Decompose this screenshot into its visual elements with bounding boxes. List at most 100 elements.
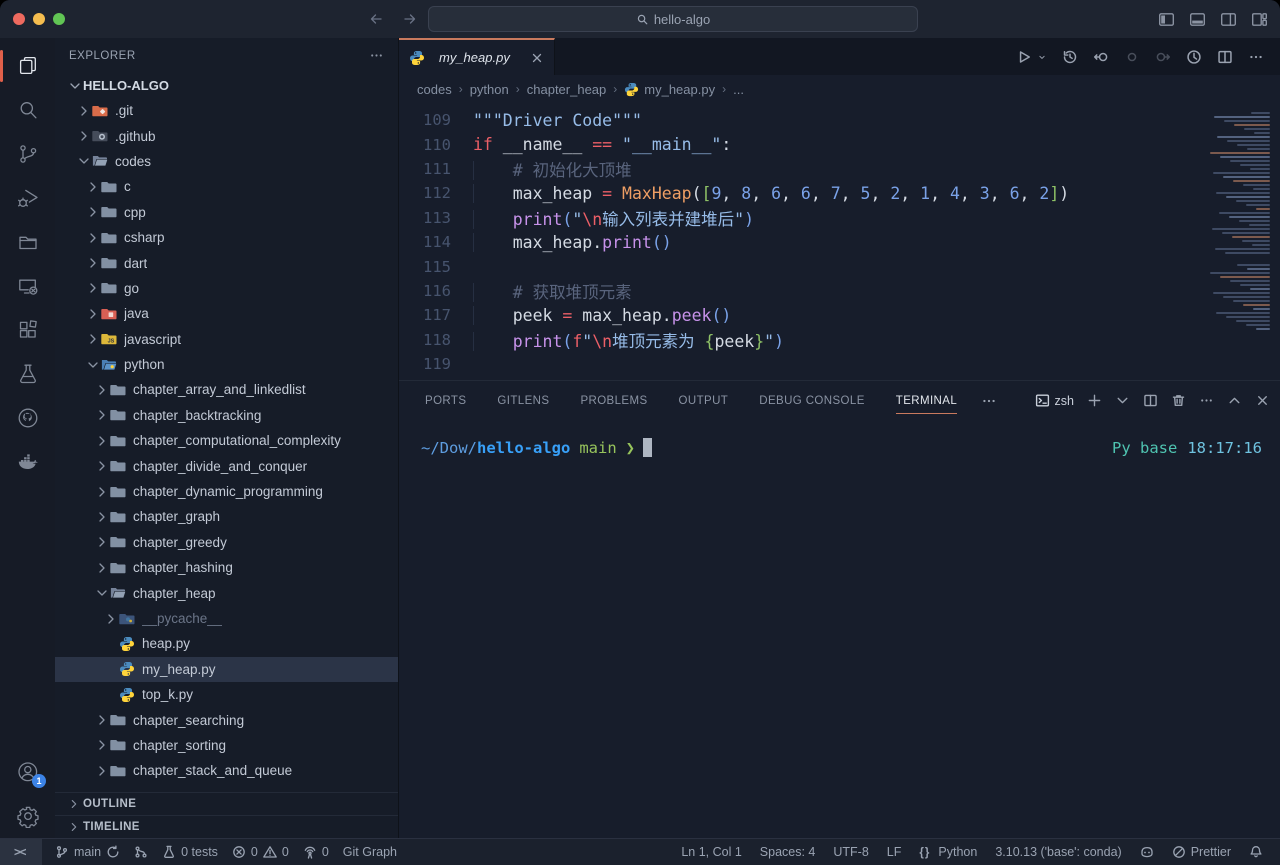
- tree-item-codes[interactable]: codes: [55, 149, 398, 174]
- status-git-branch[interactable]: main: [48, 839, 127, 865]
- tree-item-chapter_sorting[interactable]: chapter_sorting: [55, 733, 398, 758]
- tree-item-chapter_backtracking[interactable]: chapter_backtracking: [55, 403, 398, 428]
- timeline-section[interactable]: TIMELINE: [55, 815, 398, 838]
- toggle-primary-sidebar-icon[interactable]: [1158, 11, 1175, 28]
- tree-item-__pycache__[interactable]: __pycache__: [55, 606, 398, 631]
- terminal-profile-dropdown-icon[interactable]: [1115, 393, 1130, 408]
- tree-item-python[interactable]: python: [55, 352, 398, 377]
- status-indentation[interactable]: Spaces: 4: [753, 839, 823, 865]
- activity-accounts[interactable]: 1: [0, 750, 55, 794]
- activity-search[interactable]: [0, 88, 55, 132]
- activity-source-control[interactable]: [0, 132, 55, 176]
- go-back-icon[interactable]: [368, 11, 384, 27]
- status-encoding[interactable]: UTF-8: [826, 839, 875, 865]
- status-problems[interactable]: 00: [225, 839, 296, 865]
- panel-tab-problems[interactable]: PROBLEMS: [580, 381, 647, 420]
- tree-item-go[interactable]: go: [55, 276, 398, 301]
- status-language-mode[interactable]: { }Python: [912, 839, 984, 865]
- tree-item-chapter_greedy[interactable]: chapter_greedy: [55, 530, 398, 555]
- split-editor-icon[interactable]: [1217, 49, 1233, 65]
- tab-my-heap-py[interactable]: my_heap.py: [399, 38, 555, 75]
- timeline-history-icon[interactable]: [1062, 49, 1078, 65]
- tree-item-chapter_searching[interactable]: chapter_searching: [55, 707, 398, 732]
- kill-terminal-icon[interactable]: [1171, 393, 1186, 408]
- tree-item-.github[interactable]: .github: [55, 123, 398, 148]
- status-prettier[interactable]: Prettier: [1165, 839, 1238, 865]
- command-center-search[interactable]: hello-algo: [428, 6, 918, 32]
- run-icon[interactable]: [1016, 49, 1032, 65]
- breadcrumb-codes[interactable]: codes: [417, 82, 452, 97]
- tree-item-javascript[interactable]: JSjavascript: [55, 327, 398, 352]
- terminal[interactable]: ~/Dow/hello-algo main ❯ Py base 18:17:16: [399, 420, 1280, 838]
- tree-item-c[interactable]: c: [55, 174, 398, 199]
- activity-explorer[interactable]: [0, 44, 55, 88]
- breadcrumb--[interactable]: ...: [733, 82, 744, 97]
- tree-item-cpp[interactable]: cpp: [55, 200, 398, 225]
- tree-item-chapter_stack_and_queue[interactable]: chapter_stack_and_queue: [55, 758, 398, 783]
- tree-item-top_k.py[interactable]: top_k.py: [55, 682, 398, 707]
- gitlens-annotate-icon[interactable]: [1186, 49, 1202, 65]
- status-tests[interactable]: 0 tests: [155, 839, 225, 865]
- panel-tab-gitlens[interactable]: GITLENS: [497, 381, 549, 420]
- panel-tabs-more-icon[interactable]: [981, 393, 997, 409]
- activity-remote-explorer[interactable]: [0, 264, 55, 308]
- terminal-more-icon[interactable]: [1199, 393, 1214, 408]
- code-editor[interactable]: 109"""Driver Code"""110if __name__ == "_…: [399, 103, 1280, 380]
- status-cursor-position[interactable]: Ln 1, Col 1: [674, 839, 748, 865]
- panel-tab-ports[interactable]: PORTS: [425, 381, 466, 420]
- run-dropdown-icon[interactable]: [1037, 49, 1047, 65]
- activity-run-and-debug[interactable]: [0, 176, 55, 220]
- go-forward-icon[interactable]: [402, 11, 418, 27]
- explorer-more-actions-icon[interactable]: [369, 48, 384, 63]
- tree-item-java[interactable]: java: [55, 301, 398, 326]
- tree-item-chapter_array_and_linkedlist[interactable]: chapter_array_and_linkedlist: [55, 377, 398, 402]
- status-feedback[interactable]: 0: [296, 839, 336, 865]
- tree-item-dart[interactable]: dart: [55, 250, 398, 275]
- close-panel-icon[interactable]: [1255, 393, 1270, 408]
- status-copilot[interactable]: [1133, 839, 1161, 865]
- tree-item-.git[interactable]: .git: [55, 98, 398, 123]
- toggle-panel-icon[interactable]: [1189, 11, 1206, 28]
- panel-tab-terminal[interactable]: TERMINAL: [896, 381, 957, 420]
- tree-item-csharp[interactable]: csharp: [55, 225, 398, 250]
- tree-item-chapter_computational_complexity[interactable]: chapter_computational_complexity: [55, 428, 398, 453]
- gitlens-back-icon[interactable]: [1093, 49, 1109, 65]
- status-notifications[interactable]: [1242, 839, 1270, 865]
- gitlens-compare-icon[interactable]: [1124, 49, 1140, 65]
- close-window-button[interactable]: [13, 13, 25, 25]
- tree-root-hello-algo[interactable]: HELLO-ALGO: [55, 73, 398, 98]
- gitlens-forward-icon[interactable]: [1155, 49, 1171, 65]
- breadcrumb-chapter-heap[interactable]: chapter_heap: [527, 82, 607, 97]
- minimap[interactable]: [1208, 108, 1280, 380]
- terminal-profile[interactable]: zsh: [1035, 393, 1074, 408]
- status-git-graph-label[interactable]: Git Graph: [336, 839, 404, 865]
- status-git-graph-button[interactable]: [127, 839, 155, 865]
- activity-settings[interactable]: [0, 794, 55, 838]
- close-tab-icon[interactable]: [530, 51, 544, 65]
- tree-item-chapter_graph[interactable]: chapter_graph: [55, 504, 398, 529]
- breadcrumb-my-heap-py[interactable]: my_heap.py: [624, 82, 715, 97]
- activity-github[interactable]: [0, 396, 55, 440]
- status-eol[interactable]: LF: [880, 839, 909, 865]
- tree-item-heap.py[interactable]: heap.py: [55, 631, 398, 656]
- minimize-window-button[interactable]: [33, 13, 45, 25]
- panel-tab-output[interactable]: OUTPUT: [679, 381, 729, 420]
- activity-docker[interactable]: [0, 440, 55, 484]
- tree-item-chapter_dynamic_programming[interactable]: chapter_dynamic_programming: [55, 479, 398, 504]
- split-terminal-icon[interactable]: [1143, 393, 1158, 408]
- tree-item-chapter_heap[interactable]: chapter_heap: [55, 580, 398, 605]
- more-actions-icon[interactable]: [1248, 49, 1264, 65]
- tree-item-chapter_divide_and_conquer[interactable]: chapter_divide_and_conquer: [55, 453, 398, 478]
- status-python-interpreter[interactable]: 3.10.13 ('base': conda): [988, 839, 1128, 865]
- outline-section[interactable]: OUTLINE: [55, 792, 398, 815]
- tree-item-my_heap.py[interactable]: my_heap.py: [55, 657, 398, 682]
- activity-file-explorer[interactable]: [0, 220, 55, 264]
- status-remote-indicator[interactable]: ><: [0, 839, 42, 865]
- toggle-secondary-sidebar-icon[interactable]: [1220, 11, 1237, 28]
- tree-item-chapter_hashing[interactable]: chapter_hashing: [55, 555, 398, 580]
- panel-tab-debug-console[interactable]: DEBUG CONSOLE: [759, 381, 865, 420]
- activity-extensions[interactable]: [0, 308, 55, 352]
- breadcrumb-python[interactable]: python: [470, 82, 509, 97]
- new-terminal-icon[interactable]: [1087, 393, 1102, 408]
- activity-testing[interactable]: [0, 352, 55, 396]
